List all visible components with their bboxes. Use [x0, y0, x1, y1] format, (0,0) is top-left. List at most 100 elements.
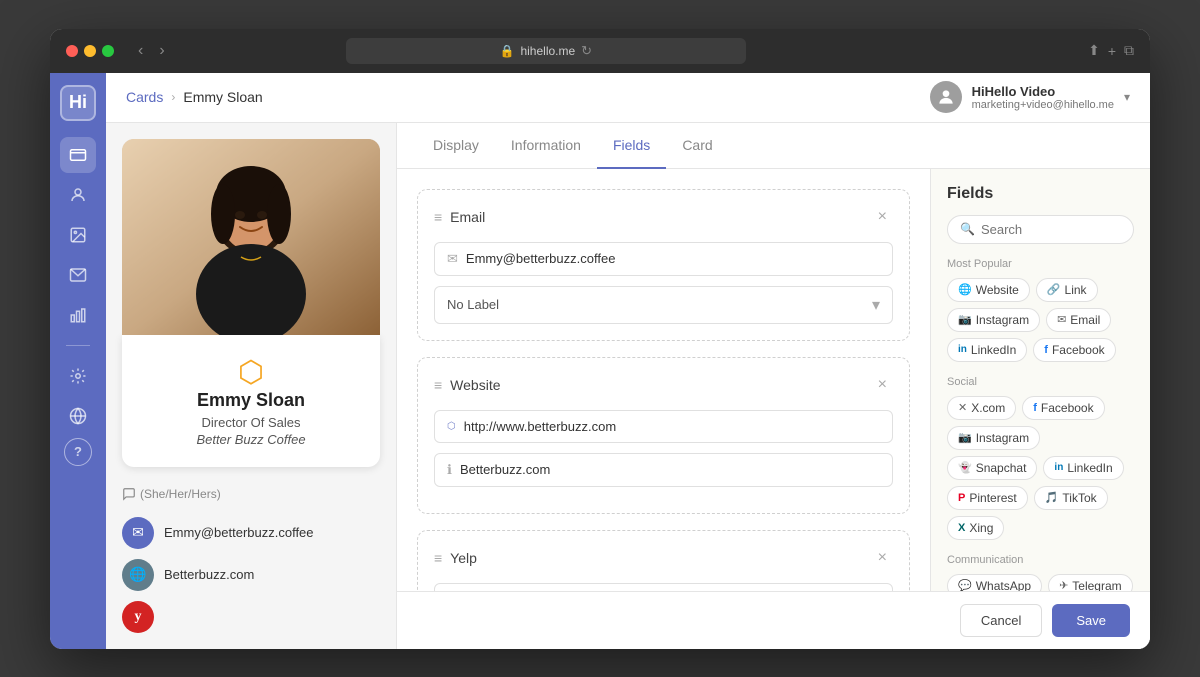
footer-buttons: Cancel Save	[397, 591, 1150, 649]
email-field-label: Email	[450, 209, 871, 225]
field-tag-instagram-popular[interactable]: 📷 Instagram	[947, 308, 1040, 332]
drag-handle-yelp[interactable]: ≡	[434, 550, 442, 566]
yelp-field-header: ≡ Yelp ×	[434, 547, 893, 569]
linkedin-popular-tag-icon: in	[958, 344, 967, 355]
sidebar-item-integrations[interactable]	[60, 398, 96, 434]
share-button[interactable]: ⬆	[1088, 42, 1100, 59]
tab-card[interactable]: Card	[666, 123, 728, 169]
most-popular-tags: 🌐 Website 🔗 Link 📷 Instagram	[947, 278, 1134, 362]
sidebar-item-help[interactable]: ?	[64, 438, 92, 466]
fields-main: ≡ Email × ✉ Emmy@betterbuzz.coffee No La…	[397, 169, 930, 591]
email-value-input[interactable]: ✉ Emmy@betterbuzz.coffee	[434, 242, 893, 276]
refresh-icon[interactable]: ↻	[581, 43, 592, 59]
tab-information[interactable]: Information	[495, 123, 597, 169]
sidebar-item-analytics[interactable]	[60, 297, 96, 333]
tab-fields[interactable]: Fields	[597, 123, 666, 169]
user-email: marketing+video@hihello.me	[972, 99, 1114, 111]
main-content: Cards › Emmy Sloan HiHello Video marketi…	[106, 73, 1150, 649]
telegram-tag-icon: ✈	[1059, 579, 1068, 591]
chevron-down-icon: ▾	[1124, 90, 1130, 104]
url-text: hihello.me	[520, 44, 575, 58]
field-tag-email-popular[interactable]: ✉ Email	[1046, 308, 1111, 332]
card-preview-panel: ⬡ Emmy Sloan Director Of Sales Better Bu…	[106, 123, 396, 649]
fields-search-input[interactable]	[981, 222, 1121, 237]
whatsapp-tag-icon: 💬	[958, 579, 972, 591]
email-field-header: ≡ Email ×	[434, 206, 893, 228]
yelp-field-close[interactable]: ×	[872, 547, 893, 569]
snapchat-tag-icon: 👻	[958, 461, 972, 474]
sidebar-item-cards[interactable]	[60, 137, 96, 173]
field-tag-pinterest[interactable]: P Pinterest	[947, 486, 1028, 510]
field-tag-snapchat[interactable]: 👻 Snapchat	[947, 456, 1037, 480]
field-tag-link[interactable]: 🔗 Link	[1036, 278, 1098, 302]
tab-overview-button[interactable]: ⧉	[1124, 42, 1134, 59]
website-tag-icon: 🌐	[958, 283, 972, 296]
field-tag-instagram-social[interactable]: 📷 Instagram	[947, 426, 1040, 450]
email-field-close[interactable]: ×	[872, 206, 893, 228]
email-contact-icon: ✉	[122, 517, 154, 549]
field-tag-xcom[interactable]: ✕ X.com	[947, 396, 1016, 420]
field-tag-website[interactable]: 🌐 Website	[947, 278, 1030, 302]
contact-item-yelp: y	[122, 601, 380, 633]
browser-window: ‹ › 🔒 hihello.me ↻ ⬆ + ⧉ Hi	[50, 29, 1150, 649]
website-field-label: Website	[450, 377, 871, 393]
business-card: ⬡ Emmy Sloan Director Of Sales Better Bu…	[122, 335, 380, 467]
field-tag-facebook-social[interactable]: f Facebook	[1022, 396, 1104, 420]
user-menu[interactable]: HiHello Video marketing+video@hihello.me…	[930, 81, 1130, 113]
website-display-input[interactable]: ℹ Betterbuzz.com	[434, 453, 893, 487]
tab-display[interactable]: Display	[417, 123, 495, 169]
email-label-select[interactable]: No Label ▾	[434, 286, 893, 324]
maximize-button[interactable]	[102, 45, 114, 57]
app-logo[interactable]: Hi	[60, 85, 96, 121]
field-tag-telegram[interactable]: ✈ Telegram	[1048, 574, 1133, 591]
website-field-card: ≡ Website × ⬡ http://www.betterbuzz.com …	[417, 357, 910, 514]
close-button[interactable]	[66, 45, 78, 57]
address-bar[interactable]: 🔒 hihello.me ↻	[346, 38, 746, 64]
tiktok-tag-icon: 🎵	[1045, 491, 1059, 504]
field-tag-linkedin-social[interactable]: in LinkedIn	[1043, 456, 1123, 480]
traffic-lights	[66, 45, 114, 57]
lock-icon: 🔒	[500, 44, 515, 58]
contact-items-list: ✉ Emmy@betterbuzz.coffee 🌐 Betterbuzz.co…	[122, 517, 380, 633]
website-url-input[interactable]: ⬡ http://www.betterbuzz.com	[434, 410, 893, 443]
drag-handle-email[interactable]: ≡	[434, 209, 442, 225]
sidebar-item-settings[interactable]	[60, 358, 96, 394]
social-tags: ✕ X.com f Facebook 📷 Instagram	[947, 396, 1134, 540]
website-field-close[interactable]: ×	[872, 374, 893, 396]
instagram-tag-icon: 📷	[958, 313, 972, 326]
forward-button[interactable]: ›	[155, 40, 168, 62]
content-area: ⬡ Emmy Sloan Director Of Sales Better Bu…	[106, 123, 1150, 649]
xing-tag-icon: X	[958, 522, 965, 534]
contact-item-website: 🌐 Betterbuzz.com	[122, 559, 380, 591]
breadcrumb: Cards › Emmy Sloan	[126, 89, 263, 105]
email-field-card: ≡ Email × ✉ Emmy@betterbuzz.coffee No La…	[417, 189, 910, 341]
app-container: Hi	[50, 73, 1150, 649]
field-tag-linkedin-popular[interactable]: in LinkedIn	[947, 338, 1027, 362]
sidebar-item-mail[interactable]	[60, 257, 96, 293]
new-tab-button[interactable]: +	[1108, 42, 1116, 59]
website-info-icon: ℹ	[447, 462, 452, 478]
field-tag-xing[interactable]: X Xing	[947, 516, 1004, 540]
field-tag-tiktok[interactable]: 🎵 TikTok	[1034, 486, 1108, 510]
breadcrumb-cards-link[interactable]: Cards	[126, 89, 163, 105]
sidebar-item-gallery[interactable]	[60, 217, 96, 253]
website-url-text: http://www.betterbuzz.com	[464, 419, 880, 434]
back-button[interactable]: ‹	[134, 40, 147, 62]
field-tag-whatsapp[interactable]: 💬 WhatsApp	[947, 574, 1042, 591]
breadcrumb-separator: ›	[171, 90, 175, 104]
email-label-value: No Label	[447, 297, 499, 312]
fields-search-box[interactable]: 🔍	[947, 215, 1134, 244]
search-icon: 🔍	[960, 222, 975, 236]
cancel-button[interactable]: Cancel	[960, 604, 1042, 637]
website-contact-value: Betterbuzz.com	[164, 567, 254, 582]
card-person-name: Emmy Sloan	[142, 390, 360, 411]
yelp-contact-icon: y	[122, 601, 154, 633]
fields-editor-body: ≡ Email × ✉ Emmy@betterbuzz.coffee No La…	[397, 169, 1150, 591]
yelp-url-input[interactable]: ✦ https://yelp.com/biz/betterbuzz	[434, 583, 893, 591]
communication-section-title: Communication	[947, 554, 1134, 566]
sidebar-item-contacts[interactable]	[60, 177, 96, 213]
minimize-button[interactable]	[84, 45, 96, 57]
field-tag-facebook-popular[interactable]: f Facebook	[1033, 338, 1115, 362]
drag-handle-website[interactable]: ≡	[434, 377, 442, 393]
save-button[interactable]: Save	[1052, 604, 1130, 637]
